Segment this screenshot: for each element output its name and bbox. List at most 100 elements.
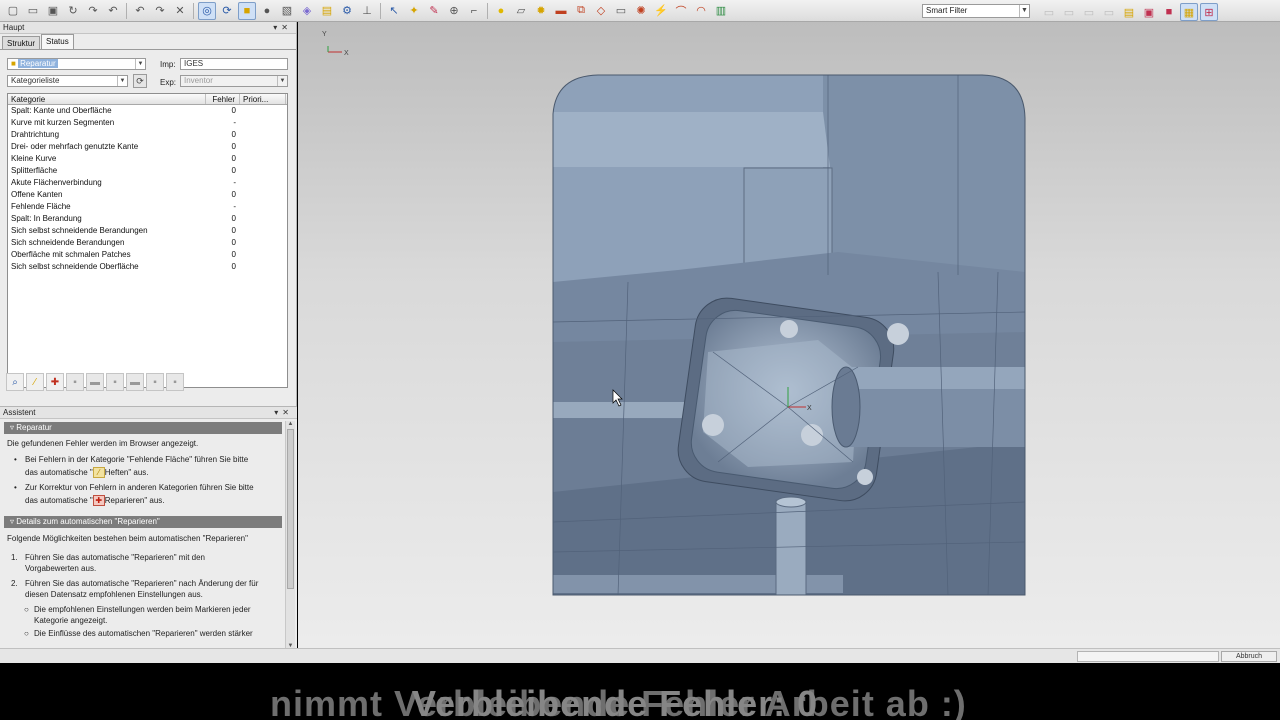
assistant-title: Assistent [3,408,36,417]
vertex-icon[interactable]: ✦ [405,2,423,20]
repair-mode-select[interactable]: ■ Reparatur ▼ [7,58,146,70]
column-fehler[interactable]: Fehler [206,94,240,104]
cad-model-view[interactable]: Y X X [298,22,1280,648]
rotate3d-icon[interactable]: ⟳ [218,2,236,20]
section-title: Reparatur [16,423,52,432]
fault-priority [240,225,286,237]
measure-icon[interactable]: ⊥ [358,2,376,20]
plug-icon[interactable]: ⚡ [652,2,670,20]
display-icon[interactable]: ▦ [1180,3,1198,21]
layers-icon[interactable]: ▤ [1120,3,1138,21]
column-prioritaet[interactable]: Priori... [240,94,286,104]
fault-category-name: Oberfläche mit schmalen Patches [11,250,131,259]
bulb-icon[interactable]: ● [492,2,510,20]
ruler-icon[interactable]: ⌐ [465,2,483,20]
fit-icon[interactable]: ▧ [278,2,296,20]
faces-icon[interactable]: ◇ [592,2,610,20]
scroll-up-icon[interactable]: ▲ [286,421,295,427]
cut-icon[interactable]: ✕ [171,2,189,20]
fault-priority [240,105,286,117]
fault-count: 0 [231,226,236,235]
table-row[interactable]: Splitterfläche 0 [8,165,287,177]
fault-category-name: Spalt: Kante und Oberfläche [11,106,112,115]
palette-icon[interactable]: ▭ [612,2,630,20]
arc-icon[interactable]: ✺ [632,2,650,20]
close-icon[interactable]: ✕ [281,23,292,32]
scrollbar-thumb[interactable] [287,429,294,589]
fault-priority [240,201,286,213]
table-row[interactable]: Drei- oder mehrfach genutzte Kante 0 [8,141,287,153]
surface-icon[interactable]: ◠ [692,2,710,20]
box-select-icon[interactable]: ■ [238,1,256,20]
table-row[interactable]: Sich selbst schneidende Oberfläche 0 [8,261,287,273]
progress-bar [1077,651,1219,662]
redo2-icon[interactable]: ↷ [151,2,169,20]
step-text: Führen Sie das automatische "Reparieren"… [25,579,259,588]
table-row[interactable]: Kleine Kurve 0 [8,153,287,165]
toolbar-disabled-icon: ▭ [1083,6,1095,19]
fault-count: 0 [231,130,236,139]
table-row[interactable]: Spalt: Kante und Oberfläche 0 [8,105,287,117]
table-row[interactable]: Fehlende Fläche - [8,201,287,213]
section-reparatur[interactable]: ▿ Reparatur [4,422,282,434]
redo-icon[interactable]: ↷ [84,2,102,20]
table-row[interactable]: Kurve mit kurzen Segmenten - [8,117,287,129]
sphere-icon[interactable]: ● [258,2,276,20]
table-row[interactable]: Drahtrichtung 0 [8,129,287,141]
action-disabled-icon: ▪ [66,373,84,391]
table-row[interactable]: Spalt: In Berandung 0 [8,213,287,225]
plane-icon[interactable]: ▱ [512,2,530,20]
category-list-select[interactable]: Kategorieliste ▼ [7,75,128,87]
section-auto-repair-details[interactable]: ▿ Details zum automatischen "Reparieren" [4,516,282,528]
new-icon[interactable]: ▢ [4,2,22,20]
table-row[interactable]: Offene Kanten 0 [8,189,287,201]
3d-viewport[interactable]: Y X X [298,22,1280,648]
box-icon[interactable]: ⧉ [572,2,590,20]
refresh-icon[interactable]: ⟳ [133,74,147,88]
toolbar-disabled-icon: ▭ [1103,6,1115,19]
folder-icon[interactable]: ▤ [318,2,336,20]
column-kategorie[interactable]: Kategorie [8,94,206,104]
tab-status[interactable]: Status [41,34,74,49]
assistant-scrollbar[interactable]: ▲ ▼ [285,421,295,649]
gear-icon[interactable]: ✹ [532,2,550,20]
step-1: 1. Führen Sie das automatische "Reparier… [0,544,285,574]
dim-icon[interactable]: ⊕ [445,2,463,20]
table-row[interactable]: Sich schneidende Berandungen 0 [8,237,287,249]
undo-icon[interactable]: ↶ [104,2,122,20]
undo2-icon[interactable]: ↶ [131,2,149,20]
close-icon[interactable]: ✕ [282,408,293,417]
view-icon[interactable]: ⊞ [1200,3,1218,21]
book-icon[interactable]: ▥ [712,2,730,20]
tab-struktur[interactable]: Struktur [2,36,41,49]
assistant-title-bar: Assistent ▾✕ [0,407,297,419]
export-format-select[interactable]: Inventor ▼ [180,75,288,87]
table-row[interactable]: Akute Flächenverbindung - [8,177,287,189]
stitch-icon: ⁄ [92,467,105,478]
stitch-icon[interactable]: ⁄ [26,373,44,391]
abort-button[interactable]: Abbruch [1221,651,1277,662]
table-row[interactable]: Sich selbst schneidende Berandungen 0 [8,225,287,237]
fault-priority [240,261,286,273]
layer-icon[interactable]: ▬ [552,2,570,20]
edge-icon[interactable]: ✎ [425,2,443,20]
orbit-icon[interactable]: ◎ [198,1,216,20]
repair-icon[interactable]: ⚙ [338,2,356,20]
save-icon[interactable]: ▣ [44,2,62,20]
repair-icon: ✚ [92,495,105,506]
rotate-icon[interactable]: ↻ [64,2,82,20]
smart-filter-select[interactable]: Smart Filter ▼ [922,4,1030,18]
open-icon[interactable]: ▭ [24,2,42,20]
search-icon[interactable]: ⌕ [6,373,24,391]
cube-icon[interactable]: ◈ [298,2,316,20]
material-icon[interactable]: ■ [1160,3,1178,21]
pick-icon[interactable]: ↖ [385,2,403,20]
table-row[interactable]: Oberfläche mit schmalen Patches 0 [8,249,287,261]
render-icon[interactable]: ▣ [1140,3,1158,21]
curve-icon[interactable]: ⌒ [672,2,690,20]
panel-title: Haupt [3,23,25,32]
action-disabled-icon: ▬ [126,373,144,391]
fault-count: 0 [231,190,236,199]
panel-tabs: Struktur Status [0,34,296,50]
repair-icon[interactable]: ✚ [46,373,64,391]
